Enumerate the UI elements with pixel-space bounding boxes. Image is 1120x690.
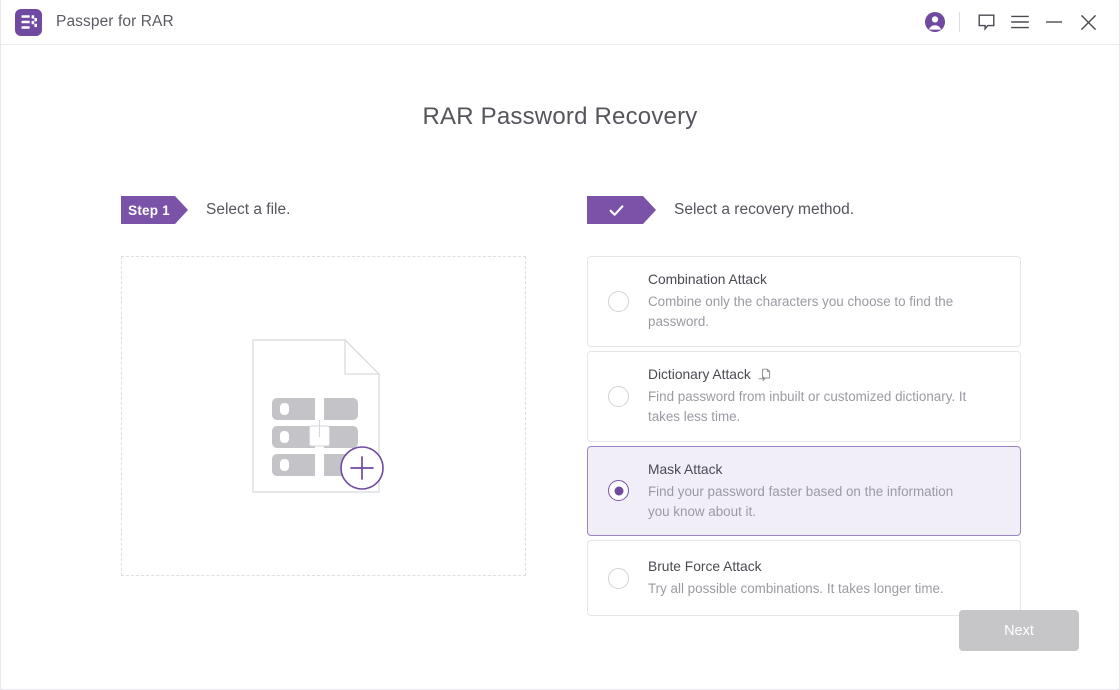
method-title-row: Mask Attack [648, 460, 1006, 480]
method-description: Find your password faster based on the i… [648, 482, 978, 523]
titlebar-divider [959, 12, 960, 32]
method-title: Combination Attack [648, 270, 767, 290]
columns-container: Step 1 Select a file. [1, 195, 1119, 616]
next-button[interactable]: Next [959, 610, 1079, 651]
method-text: Combination Attack Combine only the char… [648, 270, 1006, 333]
step-two-header: Select a recovery method. [587, 195, 1021, 225]
title-bar: Passper for RAR [1, 0, 1119, 45]
recovery-method-list: Combination Attack Combine only the char… [587, 256, 1021, 616]
rar-file-add-icon[interactable] [249, 336, 399, 496]
method-description: Try all possible combinations. It takes … [648, 579, 978, 599]
method-option-combination-attack[interactable]: Combination Attack Combine only the char… [587, 256, 1021, 347]
radio-brute-force-attack[interactable] [608, 568, 629, 589]
radio-mask-attack[interactable] [608, 480, 629, 501]
method-title: Mask Attack [648, 460, 722, 480]
app-title: Passper for RAR [56, 13, 174, 31]
method-title: Brute Force Attack [648, 557, 762, 577]
method-description: Find password from inbuilt or customized… [648, 387, 978, 428]
method-option-dictionary-attack[interactable]: Dictionary Attack Find password from [587, 351, 1021, 442]
method-title-row: Combination Attack [648, 270, 1006, 290]
step-two-column: Select a recovery method. Combination At… [587, 195, 1021, 616]
method-text: Dictionary Attack Find password from [648, 365, 1006, 428]
check-icon [607, 201, 626, 220]
page-title: RAR Password Recovery [1, 103, 1119, 131]
radio-dictionary-attack[interactable] [608, 386, 629, 407]
speech-bubble-icon[interactable] [969, 5, 1003, 39]
app-window: Passper for RAR [0, 0, 1120, 690]
method-text: Mask Attack Find your password faster ba… [648, 460, 1006, 523]
close-icon[interactable] [1071, 5, 1105, 39]
step-two-heading: Select a recovery method. [674, 201, 854, 219]
import-file-icon[interactable] [758, 368, 772, 382]
radio-combination-attack[interactable] [608, 291, 629, 312]
file-dropzone[interactable] [121, 256, 526, 576]
method-text: Brute Force Attack Try all possible comb… [648, 557, 1006, 599]
method-title: Dictionary Attack [648, 365, 751, 385]
step-two-badge [587, 196, 656, 224]
step-one-column: Step 1 Select a file. [121, 195, 526, 616]
step-one-badge: Step 1 [121, 196, 188, 224]
method-title-row: Dictionary Attack [648, 365, 1006, 385]
main-content: RAR Password Recovery Step 1 Select a fi… [1, 45, 1119, 689]
minimize-icon[interactable] [1037, 5, 1071, 39]
method-option-mask-attack[interactable]: Mask Attack Find your password faster ba… [587, 446, 1021, 537]
step-one-header: Step 1 Select a file. [121, 195, 526, 225]
step-one-badge-label: Step 1 [128, 203, 170, 218]
method-option-brute-force-attack[interactable]: Brute Force Attack Try all possible comb… [587, 540, 1021, 616]
hamburger-menu-icon[interactable] [1003, 5, 1037, 39]
method-description: Combine only the characters you choose t… [648, 292, 978, 333]
method-title-row: Brute Force Attack [648, 557, 1006, 577]
archive-logo-icon [15, 9, 42, 36]
account-circle-icon[interactable] [918, 5, 952, 39]
step-one-heading: Select a file. [206, 201, 290, 219]
